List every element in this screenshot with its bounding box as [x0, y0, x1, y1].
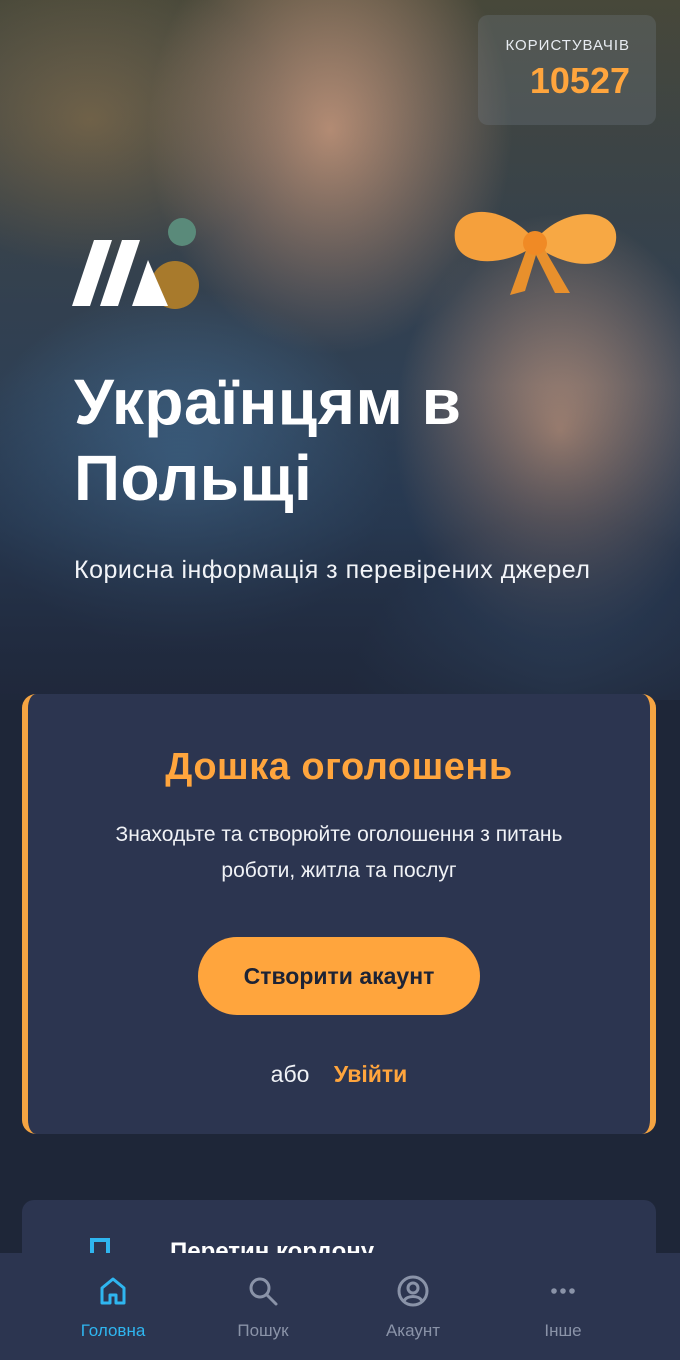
board-title: Дошка оголошень [165, 746, 513, 788]
hero-title: Українцям в Польщі [74, 366, 462, 514]
nav-item-search[interactable]: Пошук [188, 1253, 338, 1360]
announcement-board-card: Дошка оголошень Знаходьте та створюйте о… [22, 694, 656, 1134]
nav-item-search-label: Пошук [237, 1321, 289, 1340]
users-counter: КОРИСТУВАЧІВ 10527 [478, 15, 656, 125]
create-account-button[interactable]: Створити акаунт [198, 937, 480, 1015]
account-icon [397, 1275, 429, 1307]
home-icon [100, 1277, 126, 1305]
login-row: або Увійти [28, 1061, 650, 1088]
brand-logo-icon [72, 240, 168, 306]
nav-item-account[interactable]: Акаунт [338, 1253, 488, 1360]
hero-subtitle: Корисна інформація з перевірених джерел [74, 556, 591, 584]
nav-item-home-label: Головна [80, 1321, 146, 1340]
users-counter-value: 10527 [529, 60, 630, 101]
bottom-navigation: Головна Пошук Акаунт Інше [0, 1253, 680, 1360]
more-icon [551, 1288, 575, 1294]
nav-item-more-label: Інше [544, 1321, 582, 1340]
search-icon [249, 1277, 278, 1306]
or-text: або [270, 1061, 310, 1087]
board-description: Знаходьте та створюйте оголошення з пита… [115, 823, 563, 882]
nav-item-home[interactable]: Головна [38, 1253, 188, 1360]
hair-bow-graphic [454, 211, 617, 295]
nav-item-more[interactable]: Інше [488, 1253, 638, 1360]
hero-banner: КОРИСТУВАЧІВ 10527 Українцям в Польщі Ко… [0, 0, 680, 700]
nav-item-account-label: Акаунт [385, 1321, 441, 1340]
users-counter-label: КОРИСТУВАЧІВ [505, 37, 630, 54]
login-link[interactable]: Увійти [334, 1061, 408, 1087]
